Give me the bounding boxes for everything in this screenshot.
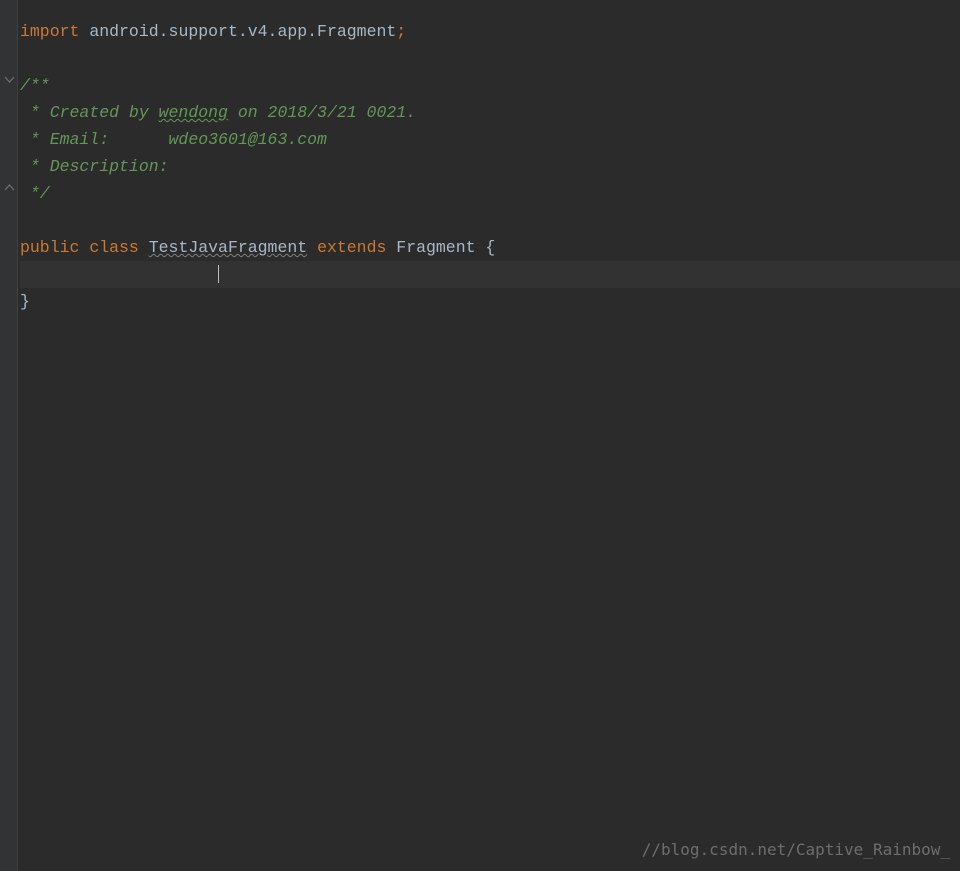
close-brace: } [20, 292, 30, 311]
comment-author: wendong [159, 103, 228, 122]
cursor-line[interactable] [20, 261, 960, 288]
blank-line[interactable] [20, 45, 960, 72]
keyword-import: import [20, 22, 79, 41]
fold-expand-icon[interactable] [2, 180, 16, 194]
class-name: TestJavaFragment [149, 238, 307, 257]
text-cursor [218, 265, 219, 283]
watermark-text: //blog.csdn.net/Captive_Rainbow_ [642, 836, 950, 863]
comment-email-value: wdeo3601@163.com [169, 130, 327, 149]
import-package: android.support.v4.app.Fragment [79, 22, 396, 41]
super-class: Fragment [396, 238, 485, 257]
semicolon: ; [396, 22, 406, 41]
close-brace-line[interactable]: } [20, 288, 960, 315]
open-brace: { [485, 238, 495, 257]
comment-close[interactable]: */ [20, 180, 960, 207]
editor-gutter[interactable] [0, 0, 18, 871]
comment-created-by[interactable]: * Created by wendong on 2018/3/21 0021. [20, 99, 960, 126]
code-line-import[interactable]: import android.support.v4.app.Fragment; [20, 18, 960, 45]
comment-open[interactable]: /** [20, 72, 960, 99]
fold-collapse-icon[interactable] [2, 72, 16, 86]
blank-line-2[interactable] [20, 207, 960, 234]
keyword-public: public [20, 238, 89, 257]
keyword-extends: extends [307, 238, 396, 257]
keyword-class: class [89, 238, 148, 257]
class-declaration[interactable]: public class TestJavaFragment extends Fr… [20, 234, 960, 261]
code-editor[interactable]: import android.support.v4.app.Fragment; … [18, 0, 960, 871]
comment-description[interactable]: * Description: [20, 153, 960, 180]
comment-email[interactable]: * Email: wdeo3601@163.com [20, 126, 960, 153]
